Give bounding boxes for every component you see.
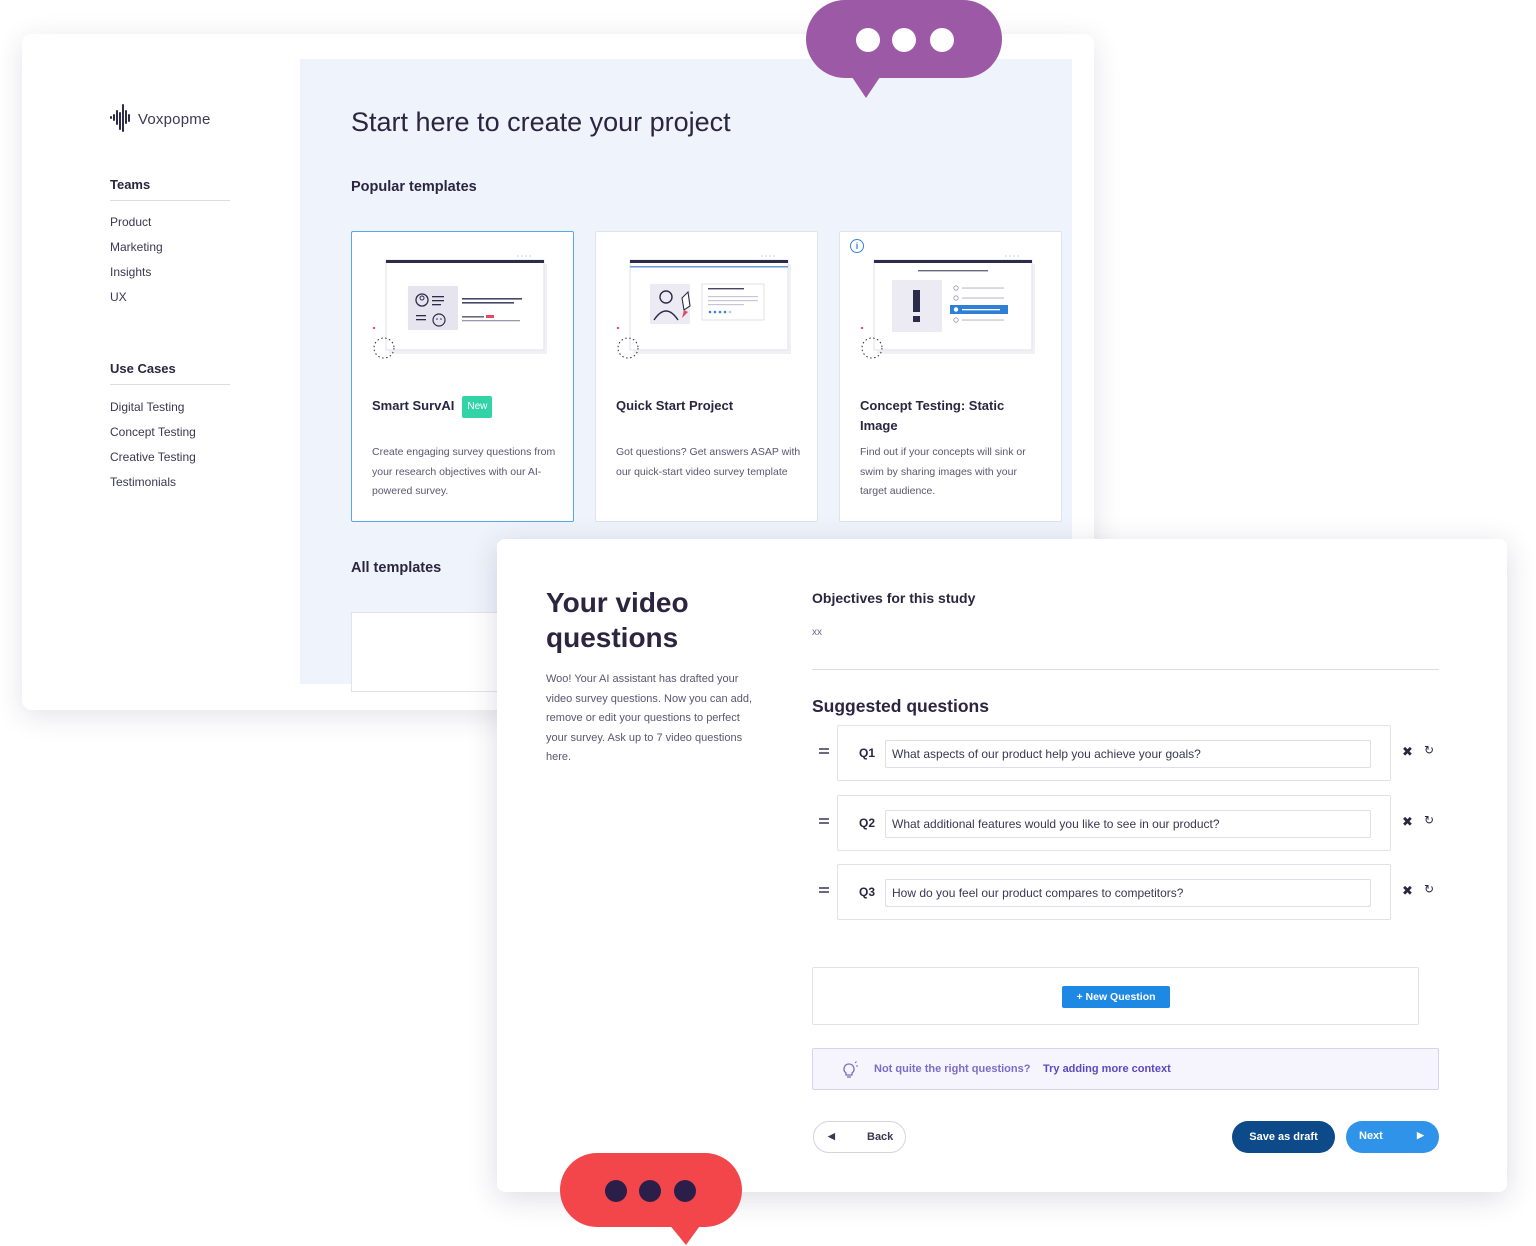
logo[interactable]: Voxpopme: [110, 104, 210, 134]
close-icon[interactable]: ✖: [1402, 744, 1413, 760]
question-card: Q1: [837, 725, 1391, 781]
template-description: Find out if your concepts will sink or s…: [860, 446, 1026, 497]
question-number: Q2: [859, 816, 876, 830]
question-number: Q3: [859, 885, 876, 899]
sidebar-item-insights[interactable]: Insights: [110, 260, 163, 285]
video-questions-description: Woo! Your AI assistant has drafted your …: [546, 673, 753, 764]
divider: [812, 669, 1439, 670]
refresh-icon[interactable]: ↻: [1424, 743, 1434, 757]
close-icon[interactable]: ✖: [1402, 883, 1413, 899]
sidebar-item-testimonials[interactable]: Testimonials: [110, 470, 196, 495]
objectives-heading: Objectives for this study: [812, 590, 976, 606]
video-questions-title: Your video questions: [546, 587, 689, 653]
all-templates-heading: All templates: [351, 560, 442, 576]
info-icon[interactable]: i: [850, 239, 864, 253]
suggested-questions-heading: Suggested questions: [812, 696, 989, 716]
template-title: Smart SurvAI New: [372, 396, 562, 418]
next-label: Next: [1359, 1130, 1383, 1142]
use-cases-list: Digital Testing Concept Testing Creative…: [110, 395, 196, 495]
chat-bubble-purple-icon: [806, 0, 1002, 98]
question-card: Q3: [837, 864, 1391, 920]
smart-survai-illustration: [373, 255, 547, 359]
use-cases-heading: Use Cases: [110, 361, 230, 385]
question-input[interactable]: [885, 810, 1371, 838]
question-input[interactable]: [885, 740, 1371, 768]
new-question-area: + New Question: [812, 967, 1419, 1025]
sidebar-item-creative-testing[interactable]: Creative Testing: [110, 445, 196, 470]
sidebar-item-concept-testing[interactable]: Concept Testing: [110, 420, 196, 445]
template-card-quick-start[interactable]: Quick Start Project Got questions? Get a…: [595, 231, 818, 522]
chevron-right-icon: ▶: [1417, 1130, 1424, 1140]
chat-bubble-red-icon: [560, 1153, 742, 1245]
back-label: Back: [867, 1131, 894, 1143]
question-row: Q1 ✖ ↻: [812, 725, 1442, 781]
drag-handle-icon[interactable]: [819, 818, 829, 826]
refresh-icon[interactable]: ↻: [1424, 882, 1434, 896]
question-row: Q2 ✖ ↻: [812, 795, 1442, 851]
sidebar: Voxpopme Teams Product Marketing Insight…: [22, 34, 300, 710]
voxpopme-logo-icon: [110, 104, 132, 134]
quick-start-illustration: [617, 255, 791, 359]
teams-list: Product Marketing Insights UX: [110, 210, 163, 310]
template-card-smart-survai[interactable]: Smart SurvAI New Create engaging survey q…: [351, 231, 574, 522]
question-row: Q3 ✖ ↻: [812, 864, 1442, 920]
hint-text: Not quite the right questions?: [874, 1063, 1031, 1075]
new-question-button[interactable]: + New Question: [1062, 986, 1170, 1008]
refresh-icon[interactable]: ↻: [1424, 813, 1434, 827]
new-badge: New: [462, 396, 493, 418]
chevron-left-icon: ◀: [828, 1131, 835, 1141]
sidebar-item-ux[interactable]: UX: [110, 285, 163, 310]
context-hint: Not quite the right questions? Try addin…: [812, 1048, 1439, 1090]
objectives-value[interactable]: xx: [812, 627, 822, 638]
video-questions-window: Your video questions Woo! Your AI assist…: [497, 539, 1507, 1192]
question-input[interactable]: [885, 879, 1371, 907]
page-title: Start here to create your project: [351, 107, 731, 137]
template-card-concept-testing[interactable]: i Concept Testing: Static Image Find out…: [839, 231, 1062, 522]
close-icon[interactable]: ✖: [1402, 814, 1413, 830]
teams-heading: Teams: [110, 177, 230, 201]
logo-text: Voxpopme: [138, 110, 211, 128]
template-description: Create engaging survey questions from yo…: [372, 446, 556, 497]
lightbulb-icon: [843, 1061, 858, 1078]
question-card: Q2: [837, 795, 1391, 851]
back-button[interactable]: ◀ Back: [813, 1121, 906, 1153]
save-draft-button[interactable]: Save as draft: [1232, 1121, 1335, 1153]
add-context-link[interactable]: Try adding more context: [1043, 1063, 1171, 1075]
drag-handle-icon[interactable]: [819, 887, 829, 895]
template-description: Got questions? Get answers ASAP with our…: [616, 446, 801, 478]
template-title: Quick Start Project: [616, 398, 734, 413]
template-card-placeholder[interactable]: [351, 612, 511, 692]
question-number: Q1: [859, 746, 876, 760]
template-title: Concept Testing: Static Image: [860, 398, 1005, 433]
next-button[interactable]: Next ▶: [1346, 1121, 1439, 1153]
sidebar-item-digital-testing[interactable]: Digital Testing: [110, 395, 196, 420]
concept-testing-illustration: [861, 255, 1035, 359]
sidebar-item-product[interactable]: Product: [110, 210, 163, 235]
sidebar-item-marketing[interactable]: Marketing: [110, 235, 163, 260]
drag-handle-icon[interactable]: [819, 748, 829, 756]
popular-templates-heading: Popular templates: [351, 179, 477, 195]
